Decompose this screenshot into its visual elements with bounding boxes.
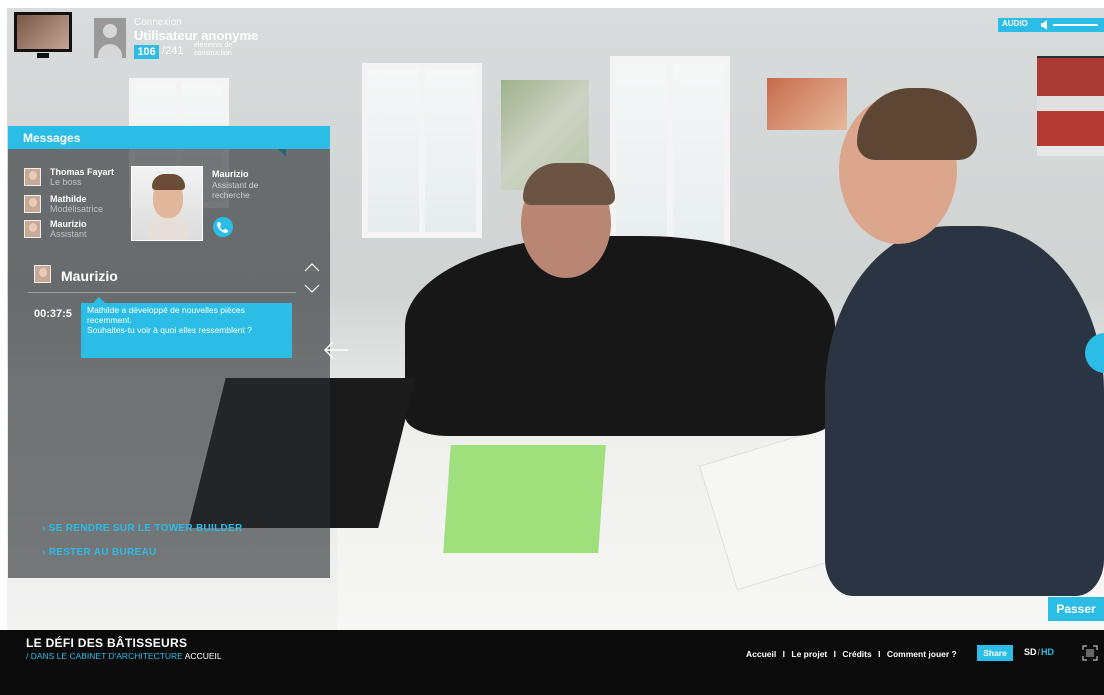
background-folder [443,445,606,553]
messages-header: Messages [8,126,330,157]
contact-thomas-fayart[interactable]: Thomas Fayart Le boss [24,167,134,189]
quality-toggle: SD/HD [1024,647,1054,657]
nav-separator: I [782,649,785,659]
audio-label: AUDIO [1002,19,1028,28]
breadcrumb-current: ACCUEIL [184,651,222,661]
fullscreen-icon[interactable] [1082,645,1098,661]
background-person-hair [857,88,977,160]
background-person-hair [523,163,615,205]
quality-separator: / [1037,647,1041,657]
volume-slider[interactable] [1053,24,1098,26]
message-text: Mathilde a développé de nouvelles pièces… [87,305,245,325]
contact-name: Mathilde [50,194,87,204]
message-timestamp: 00:37:5 [34,308,72,320]
audio-control[interactable]: AUDIO [998,18,1104,32]
user-icon[interactable] [94,18,126,58]
message-text: Souhaites-tu voir à quoi elles ressemble… [87,325,252,335]
choice-label: SE RENDRE SUR LE TOWER BUILDER [48,523,243,534]
messages-title: Messages [23,131,81,145]
nav-home[interactable]: Accueil [746,649,776,659]
breadcrumb: / DANS LE CABINET D'ARCHITECTURE ACCUEIL [26,651,222,661]
footer: LE DÉFI DES BÂTISSEURS / DANS LE CABINET… [0,630,1104,695]
user-name: Utilisateur anonyme [134,28,259,43]
nav-credits[interactable]: Crédits [842,649,871,659]
elements-count-unit: éléments de construction [194,42,233,57]
avatar [24,195,41,213]
background-window [362,63,482,238]
contact-name: Thomas Fayart [50,167,115,177]
nav-separator: I [878,649,881,659]
breadcrumb-location[interactable]: / DANS LE CABINET D'ARCHITECTURE [26,651,183,661]
featured-contact-role: Assistant de recherche [212,180,259,200]
quality-sd[interactable]: SD [1024,647,1037,657]
chat-contact-name: Maurizio [61,268,118,284]
monitor-icon[interactable] [14,12,72,58]
chevron-down-icon[interactable] [303,283,321,295]
chat-avatar [34,265,51,283]
avatar [24,220,41,238]
contact-name: Maurizio [50,219,87,229]
quality-hd[interactable]: HD [1041,647,1054,657]
footer-nav: Accueil I Le projet I Crédits I Comment … [746,649,957,659]
featured-contact-photo [131,166,203,241]
background-person [825,226,1104,596]
login-link[interactable]: Connexion [134,17,182,28]
choice-tower-builder[interactable]: › SE RENDRE SUR LE TOWER BUILDER [42,523,243,534]
avatar [24,168,41,186]
choice-stay-office[interactable]: › RESTER AU BUREAU [42,547,157,558]
share-button[interactable]: Share [977,645,1013,661]
nav-how-to-play[interactable]: Comment jouer ? [887,649,957,659]
contact-role: Assistant [50,229,87,239]
elements-count-total: /241 [162,45,184,57]
background-poster [767,78,847,130]
nav-separator: I [833,649,837,659]
contact-mathilde[interactable]: Mathilde Modélisatrice [24,194,134,216]
nav-project[interactable]: Le projet [791,649,827,659]
contact-role: Modélisatrice [50,204,104,214]
messages-panel: Thomas Fayart Le boss Mathilde Modélisat… [8,149,330,578]
message-bubble: Mathilde a développé de nouvelles pièces… [81,297,292,358]
contact-maurizio[interactable]: Maurizio Assistant [24,219,134,241]
arrow-left-icon[interactable] [322,340,350,360]
chevron-up-icon[interactable] [303,261,321,273]
background-bookshelf [1037,56,1104,156]
divider [28,292,296,293]
contact-role: Le boss [50,177,82,187]
elements-count-current: 106 [134,45,159,59]
choice-label: RESTER AU BUREAU [48,547,157,558]
site-title: LE DÉFI DES BÂTISSEURS [26,636,188,650]
phone-icon[interactable] [213,217,233,237]
background-person [405,236,835,436]
speaker-icon[interactable] [1041,20,1047,30]
skip-button[interactable]: Passer [1048,597,1104,621]
featured-contact-name: Maurizio [212,169,249,179]
